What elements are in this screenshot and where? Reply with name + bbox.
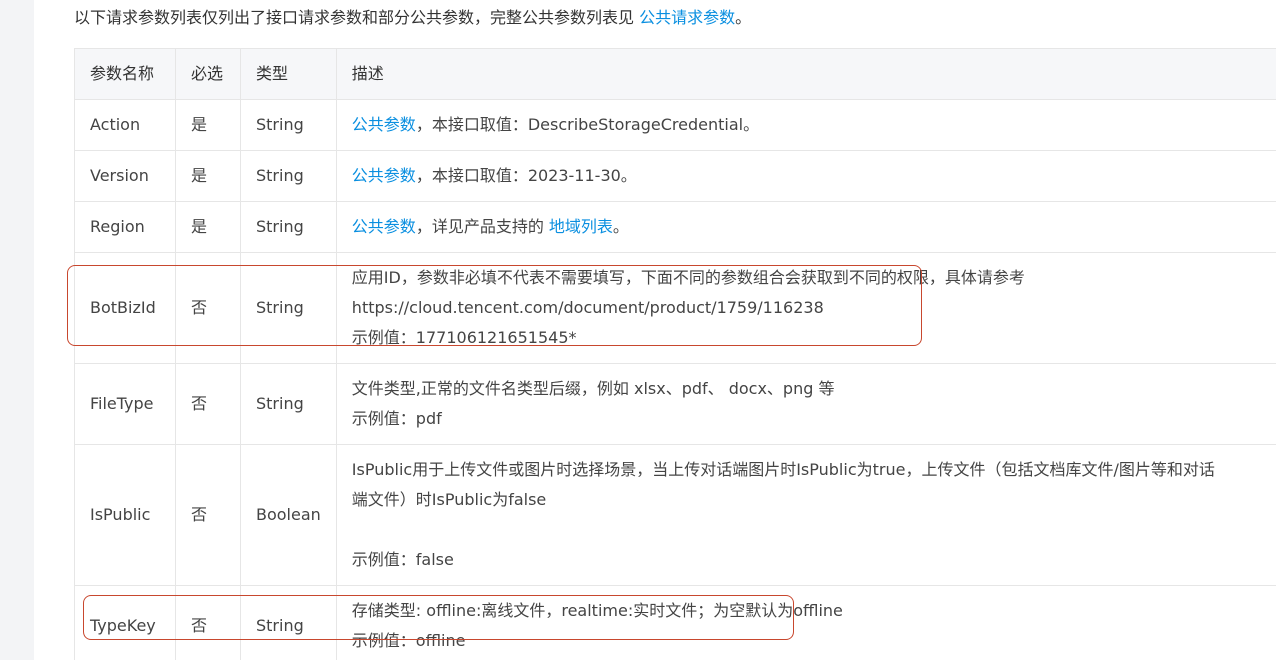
param-type: String — [240, 99, 337, 151]
table-row-filetype: FileType 否 String 文件类型,正常的文件名类型后缀，例如 xls… — [74, 363, 1276, 445]
param-description: 文件类型,正常的文件名类型后缀，例如 xlsx、pdf、 docx、png 等 … — [335, 363, 1276, 445]
desc-url: https://cloud.tencent.com/document/produ… — [351, 298, 824, 317]
param-description: 应用ID，参数非必填不代表不需要填写，下面不同的参数组合会获取到不同的权限，具体… — [335, 252, 1276, 364]
table-row-botbizid: BotBizId 否 String 应用ID，参数非必填不代表不需要填写，下面不… — [74, 252, 1276, 364]
desc-line: 文件类型,正常的文件名类型后缀，例如 xlsx、pdf、 docx、png 等 — [351, 379, 835, 398]
doc-page: 以下请求参数列表仅列出了接口请求参数和部分公共参数，完整公共参数列表见 公共请求… — [34, 0, 1276, 660]
desc-example: 示例值：pdf — [351, 409, 442, 428]
desc-example: 示例值：false — [351, 550, 454, 569]
intro-suffix: 。 — [735, 8, 752, 27]
desc-text: ，详见产品支持的 — [415, 217, 549, 236]
param-description: 存储类型: offline:离线文件，realtime:实时文件；为空默认为of… — [335, 585, 1276, 660]
param-type: String — [240, 252, 337, 364]
table-row-region: Region 是 String 公共参数，详见产品支持的 地域列表。 — [74, 201, 1276, 253]
desc-example: 示例值：177106121651545* — [351, 328, 577, 347]
public-params-link[interactable]: 公共参数 — [352, 217, 416, 236]
table-row-ispublic: IsPublic 否 Boolean IsPublic用于上传文件或图片时选择场… — [74, 444, 1276, 586]
param-required: 是 — [175, 99, 241, 151]
header-type: 类型 — [240, 48, 337, 100]
param-name: FileType — [74, 363, 176, 445]
desc-example: 示例值：offline — [351, 631, 466, 650]
desc-text: ，本接口取值：2023-11-30。 — [415, 166, 637, 185]
header-param-name: 参数名称 — [74, 48, 176, 100]
intro-paragraph: 以下请求参数列表仅列出了接口请求参数和部分公共参数，完整公共参数列表见 公共请求… — [74, 6, 751, 30]
param-required: 是 — [175, 150, 241, 202]
param-required: 否 — [175, 444, 241, 586]
table-row-version: Version 是 String 公共参数，本接口取值：2023-11-30。 — [74, 150, 1276, 202]
desc-line: IsPublic用于上传文件或图片时选择场景，当上传对话端图片时IsPublic… — [351, 460, 1215, 479]
param-required: 否 — [175, 252, 241, 364]
param-name: TypeKey — [74, 585, 176, 660]
param-name: Region — [74, 201, 176, 253]
desc-line: 端文件）时IsPublic为false — [351, 490, 547, 509]
param-name: Version — [74, 150, 176, 202]
param-required: 否 — [175, 363, 241, 445]
header-description: 描述 — [335, 48, 1276, 100]
table-row-typekey: TypeKey 否 String 存储类型: offline:离线文件，real… — [74, 585, 1276, 660]
public-request-params-link[interactable]: 公共请求参数 — [639, 8, 735, 27]
table-header-row: 参数名称 必选 类型 描述 — [74, 48, 1276, 100]
param-description: 公共参数，详见产品支持的 地域列表。 — [335, 201, 1276, 253]
region-list-link[interactable]: 地域列表 — [549, 217, 613, 236]
header-required: 必选 — [175, 48, 241, 100]
param-description: 公共参数，本接口取值：2023-11-30。 — [335, 150, 1276, 202]
desc-blank — [352, 515, 1276, 545]
param-name: Action — [74, 99, 176, 151]
param-type: Boolean — [240, 444, 337, 586]
desc-line: 应用ID，参数非必填不代表不需要填写，下面不同的参数组合会获取到不同的权限，具体… — [351, 268, 1025, 287]
param-required: 否 — [175, 585, 241, 660]
param-required: 是 — [175, 201, 241, 253]
table-row-action: Action 是 String 公共参数，本接口取值：DescribeStora… — [74, 99, 1276, 151]
param-name: BotBizId — [74, 252, 176, 364]
param-type: String — [240, 201, 337, 253]
param-name: IsPublic — [74, 444, 176, 586]
public-params-link[interactable]: 公共参数 — [352, 166, 416, 185]
public-params-link[interactable]: 公共参数 — [352, 115, 416, 134]
param-description: IsPublic用于上传文件或图片时选择场景，当上传对话端图片时IsPublic… — [335, 444, 1276, 586]
param-type: String — [240, 585, 337, 660]
intro-text: 以下请求参数列表仅列出了接口请求参数和部分公共参数，完整公共参数列表见 — [74, 8, 640, 27]
param-type: String — [240, 363, 337, 445]
desc-line: 存储类型: offline:离线文件，realtime:实时文件；为空默认为of… — [351, 601, 843, 620]
desc-text: ，本接口取值：DescribeStorageCredential。 — [415, 115, 760, 134]
desc-suffix: 。 — [612, 217, 629, 236]
param-type: String — [240, 150, 337, 202]
request-params-table: 参数名称 必选 类型 描述 Action 是 String 公共参数，本接口取值… — [74, 48, 1276, 660]
param-description: 公共参数，本接口取值：DescribeStorageCredential。 — [335, 99, 1276, 151]
